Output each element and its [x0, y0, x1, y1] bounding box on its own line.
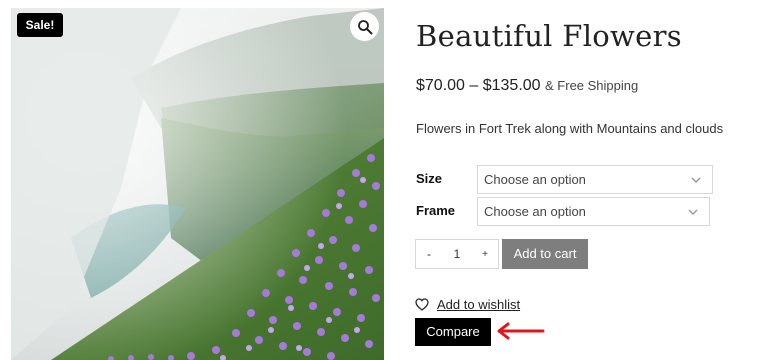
compare-button[interactable]: Compare: [415, 318, 491, 346]
product-title: Beautiful Flowers: [416, 19, 682, 53]
wishlist-label: Add to wishlist: [437, 297, 521, 312]
heart-icon: [415, 298, 429, 311]
size-select[interactable]: Choose an option: [477, 165, 713, 194]
quantity-input[interactable]: 1: [442, 247, 472, 261]
search-icon: [357, 19, 372, 34]
product-description: Flowers in Fort Trek along with Mountain…: [416, 121, 724, 136]
add-to-cart-button[interactable]: Add to cart: [502, 239, 588, 269]
quantity-stepper: - 1 +: [415, 239, 499, 269]
sale-badge: Sale!: [17, 13, 63, 37]
product-photo: [11, 8, 384, 360]
add-to-wishlist-link[interactable]: Add to wishlist: [415, 297, 520, 312]
chevron-down-icon: [688, 209, 698, 215]
chevron-down-icon: [691, 177, 701, 183]
shipping-note: & Free Shipping: [545, 78, 639, 93]
product-image[interactable]: [11, 8, 384, 360]
frame-label: Frame: [416, 203, 456, 218]
red-arrow-icon: [497, 322, 545, 340]
quantity-increase-button[interactable]: +: [472, 249, 498, 260]
frame-select[interactable]: Choose an option: [477, 197, 710, 226]
quantity-decrease-button[interactable]: -: [416, 247, 442, 261]
size-select-value: Choose an option: [484, 172, 586, 187]
price-block: $70.00 – $135.00 & Free Shipping: [416, 77, 638, 95]
price-range: $70.00 – $135.00: [416, 77, 541, 94]
size-label: Size: [416, 171, 443, 186]
frame-select-value: Choose an option: [484, 204, 586, 219]
zoom-button[interactable]: [350, 12, 379, 41]
